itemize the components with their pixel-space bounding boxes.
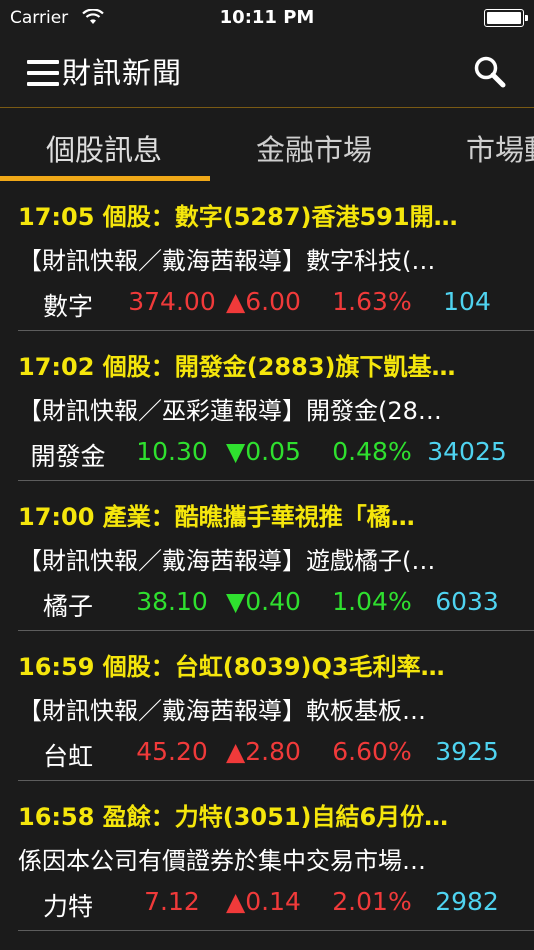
tab-bar: 個股訊息 金融市場 市場動: [0, 109, 534, 181]
stock-change: ▼0.40: [226, 587, 301, 616]
stock-price: 10.30: [136, 437, 208, 466]
stock-name: 開發金: [30, 442, 106, 471]
news-headline: 17:00 產業：酷瞧攜手華視推「橘…: [18, 503, 415, 531]
stock-volume: 6033: [435, 587, 499, 616]
news-item[interactable]: 17:00 產業：酷瞧攜手華視推「橘… 【財訊快報／戴海茜報導】遊戲橘子(… 橘…: [18, 481, 534, 631]
stock-name: 數字: [42, 292, 93, 321]
stock-quote: 橘子 38.10 ▼0.40 1.04% 6033: [18, 587, 518, 623]
stock-volume: 2982: [435, 887, 499, 916]
stock-quote: 數字 374.00 ▲6.00 1.63% 104: [18, 287, 518, 323]
tab-financial-market[interactable]: 金融市場: [256, 127, 372, 169]
stock-change-percent: 1.63%: [332, 287, 412, 316]
stock-change-percent: 2.01%: [332, 887, 412, 916]
navigation-bar: 財訊新聞: [0, 36, 534, 108]
stock-volume: 34025: [427, 437, 507, 466]
stock-name: 橘子: [42, 592, 93, 621]
stock-volume: 104: [443, 287, 491, 316]
hamburger-menu-icon[interactable]: [27, 60, 59, 86]
news-headline: 17:05 個股：數字(5287)香港591開…: [18, 203, 458, 231]
stock-change: ▼0.05: [226, 437, 301, 466]
stock-price: 7.12: [144, 887, 200, 916]
news-item[interactable]: 16:59 個股：台虹(8039)Q3毛利率… 【財訊快報／戴海茜報導】軟板基板…: [18, 631, 534, 781]
stock-volume: 3925: [435, 737, 499, 766]
stock-name: 台虹: [42, 742, 93, 771]
status-time: 10:11 PM: [219, 7, 315, 28]
news-summary: 係因本公司有價證券於集中交易市場…: [18, 847, 426, 875]
news-item[interactable]: 17:05 個股：數字(5287)香港591開… 【財訊快報／戴海茜報導】數字科…: [18, 181, 534, 331]
stock-change: ▲6.00: [226, 287, 301, 316]
stock-change-percent: 1.04%: [332, 587, 412, 616]
news-headline: 16:59 個股：台虹(8039)Q3毛利率…: [18, 653, 445, 681]
search-icon[interactable]: [472, 54, 508, 90]
stock-change: ▲2.80: [226, 737, 301, 766]
stock-quote: 開發金 10.30 ▼0.05 0.48% 34025: [18, 437, 518, 473]
battery-icon: [484, 9, 528, 27]
stock-name: 力特: [42, 892, 93, 921]
stock-price: 374.00: [128, 287, 216, 316]
stock-change-percent: 0.48%: [332, 437, 412, 466]
stock-price: 45.20: [136, 737, 208, 766]
news-summary: 【財訊快報／巫彩蓮報導】開發金(28…: [18, 397, 442, 425]
stock-change: ▲0.14: [226, 887, 301, 916]
news-headline: 16:58 盈餘：力特(3051)自結6月份…: [18, 803, 449, 831]
news-headline: 17:02 個股：開發金(2883)旗下凱基…: [18, 353, 456, 381]
tab-market-trends[interactable]: 市場動: [466, 127, 534, 169]
news-summary: 【財訊快報／戴海茜報導】數字科技(…: [18, 247, 436, 275]
news-summary: 【財訊快報／戴海茜報導】軟板基板…: [18, 697, 426, 725]
news-item[interactable]: 17:02 個股：開發金(2883)旗下凱基… 【財訊快報／巫彩蓮報導】開發金(…: [18, 331, 534, 481]
status-bar: Carrier 10:11 PM: [0, 0, 534, 36]
stock-price: 38.10: [136, 587, 208, 616]
news-list: 17:05 個股：數字(5287)香港591開… 【財訊快報／戴海茜報導】數字科…: [0, 181, 534, 931]
news-summary: 【財訊快報／戴海茜報導】遊戲橘子(…: [18, 547, 436, 575]
stock-quote: 力特 7.12 ▲0.14 2.01% 2982: [18, 887, 518, 923]
stock-quote: 台虹 45.20 ▲2.80 6.60% 3925: [18, 737, 518, 773]
page-title: 財訊新聞: [62, 56, 183, 90]
tab-stock-news[interactable]: 個股訊息: [46, 127, 162, 169]
stock-change-percent: 6.60%: [332, 737, 412, 766]
news-item[interactable]: 16:58 盈餘：力特(3051)自結6月份… 係因本公司有價證券於集中交易市場…: [18, 781, 534, 931]
